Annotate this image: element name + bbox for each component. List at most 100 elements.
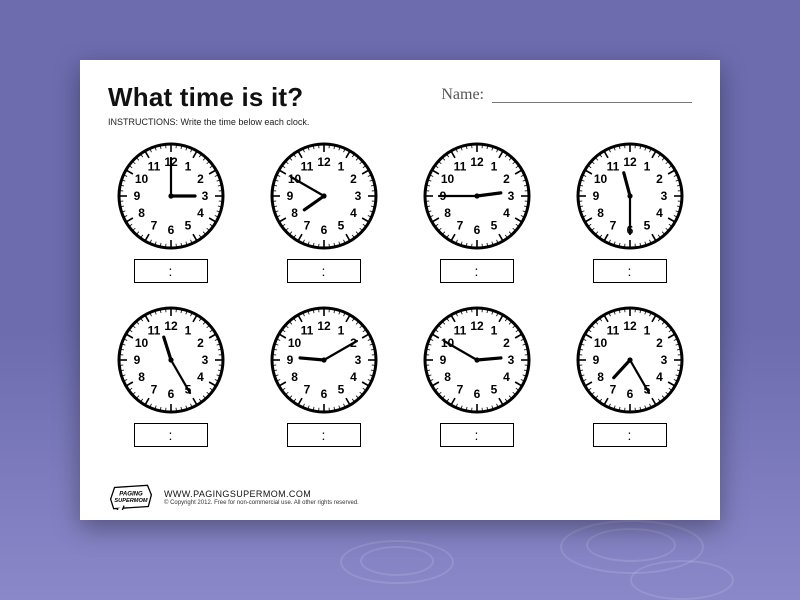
- svg-text:5: 5: [337, 382, 344, 396]
- clock-grid: 123456789101112:123456789101112:12345678…: [108, 141, 692, 447]
- svg-text:8: 8: [444, 370, 451, 384]
- svg-text:1: 1: [490, 324, 497, 338]
- svg-text:3: 3: [507, 189, 514, 203]
- clock-cell: 123456789101112:: [567, 305, 692, 447]
- logo-badge: PAGING SUPERMOM: [108, 484, 154, 510]
- svg-text:9: 9: [592, 353, 599, 367]
- clock-cell: 123456789101112:: [108, 305, 233, 447]
- svg-text:6: 6: [473, 387, 480, 401]
- svg-text:2: 2: [503, 336, 510, 350]
- svg-text:7: 7: [456, 382, 463, 396]
- slide-background: What time is it? INSTRUCTIONS: Write the…: [0, 0, 800, 600]
- clock-face-icon: 123456789101112: [116, 141, 226, 251]
- clock-cell: 123456789101112:: [567, 141, 692, 283]
- clock-face-icon: 123456789101112: [116, 305, 226, 415]
- svg-text:12: 12: [164, 319, 178, 333]
- time-answer-box[interactable]: :: [593, 423, 667, 447]
- header: What time is it? INSTRUCTIONS: Write the…: [108, 82, 692, 127]
- svg-text:6: 6: [473, 223, 480, 237]
- svg-text:5: 5: [184, 218, 191, 232]
- svg-text:7: 7: [609, 218, 616, 232]
- svg-text:2: 2: [197, 172, 204, 186]
- svg-text:2: 2: [503, 172, 510, 186]
- svg-text:8: 8: [597, 370, 604, 384]
- svg-text:10: 10: [593, 336, 607, 350]
- clock-face-icon: 123456789101112: [422, 305, 532, 415]
- svg-text:8: 8: [444, 206, 451, 220]
- badge-text-1: PAGING: [119, 491, 143, 497]
- svg-text:12: 12: [623, 319, 637, 333]
- svg-text:1: 1: [337, 324, 344, 338]
- clock-cell: 123456789101112:: [261, 141, 386, 283]
- svg-text:11: 11: [300, 160, 313, 174]
- svg-text:8: 8: [291, 370, 298, 384]
- page-title: What time is it?: [108, 82, 309, 113]
- svg-text:8: 8: [597, 206, 604, 220]
- svg-text:11: 11: [147, 324, 160, 338]
- svg-text:3: 3: [354, 353, 361, 367]
- svg-text:11: 11: [453, 160, 466, 174]
- svg-text:5: 5: [490, 218, 497, 232]
- time-answer-box[interactable]: :: [134, 423, 208, 447]
- clock-cell: 123456789101112:: [261, 305, 386, 447]
- svg-text:1: 1: [337, 160, 344, 174]
- svg-text:7: 7: [456, 218, 463, 232]
- svg-text:12: 12: [470, 319, 484, 333]
- clock-face-icon: 123456789101112: [575, 141, 685, 251]
- svg-text:11: 11: [453, 324, 466, 338]
- time-answer-box[interactable]: :: [593, 259, 667, 283]
- svg-text:9: 9: [439, 353, 446, 367]
- svg-text:3: 3: [201, 189, 208, 203]
- svg-text:11: 11: [606, 160, 619, 174]
- svg-text:4: 4: [197, 206, 204, 220]
- svg-text:1: 1: [490, 160, 497, 174]
- time-answer-box[interactable]: :: [440, 259, 514, 283]
- svg-text:6: 6: [167, 223, 174, 237]
- svg-text:2: 2: [197, 336, 204, 350]
- svg-text:8: 8: [138, 206, 145, 220]
- svg-text:3: 3: [354, 189, 361, 203]
- svg-text:7: 7: [303, 382, 310, 396]
- clock-face-icon: 123456789101112: [575, 305, 685, 415]
- time-answer-box[interactable]: :: [134, 259, 208, 283]
- worksheet-page: What time is it? INSTRUCTIONS: Write the…: [80, 60, 720, 520]
- svg-text:1: 1: [643, 324, 650, 338]
- svg-text:6: 6: [320, 387, 327, 401]
- svg-text:10: 10: [134, 336, 148, 350]
- clock-face-icon: 123456789101112: [422, 141, 532, 251]
- ripple-decoration: [360, 546, 434, 576]
- svg-text:4: 4: [656, 370, 663, 384]
- time-answer-box[interactable]: :: [440, 423, 514, 447]
- svg-text:9: 9: [286, 353, 293, 367]
- name-field: Name:: [441, 86, 692, 104]
- svg-text:6: 6: [626, 387, 633, 401]
- svg-text:1: 1: [184, 160, 191, 174]
- svg-text:4: 4: [197, 370, 204, 384]
- footer-url: WWW.PAGINGSUPERMOM.COM: [164, 489, 359, 499]
- svg-text:9: 9: [133, 189, 140, 203]
- svg-text:2: 2: [656, 336, 663, 350]
- badge-text-2: SUPERMOM: [114, 498, 147, 504]
- svg-text:4: 4: [350, 206, 357, 220]
- svg-text:3: 3: [660, 353, 667, 367]
- svg-text:4: 4: [350, 370, 357, 384]
- svg-text:6: 6: [320, 223, 327, 237]
- svg-text:3: 3: [507, 353, 514, 367]
- svg-text:7: 7: [150, 382, 157, 396]
- clock-cell: 123456789101112:: [414, 305, 539, 447]
- svg-text:10: 10: [287, 336, 301, 350]
- svg-text:10: 10: [134, 172, 148, 186]
- svg-text:3: 3: [201, 353, 208, 367]
- name-label: Name:: [441, 86, 484, 104]
- svg-text:7: 7: [150, 218, 157, 232]
- svg-text:1: 1: [184, 324, 191, 338]
- time-answer-box[interactable]: :: [287, 423, 361, 447]
- name-blank-line[interactable]: [492, 88, 692, 103]
- clock-cell: 123456789101112:: [414, 141, 539, 283]
- svg-text:8: 8: [138, 370, 145, 384]
- time-answer-box[interactable]: :: [287, 259, 361, 283]
- svg-text:11: 11: [606, 324, 619, 338]
- svg-text:11: 11: [147, 160, 160, 174]
- svg-text:8: 8: [291, 206, 298, 220]
- svg-text:10: 10: [440, 172, 454, 186]
